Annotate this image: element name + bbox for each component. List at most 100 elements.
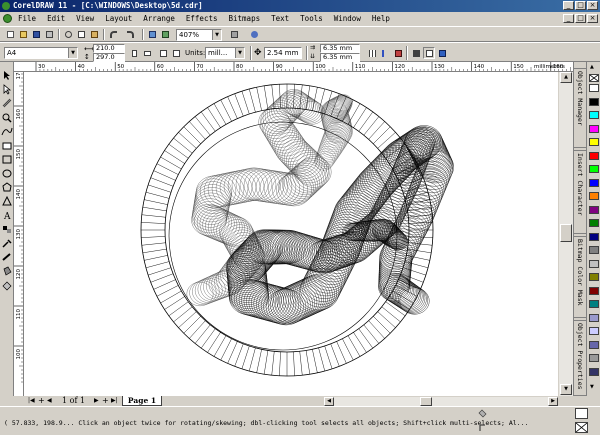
document-icon[interactable] [3,14,12,23]
interactive-fill-tool-icon[interactable] [1,280,13,291]
scroll-down-button[interactable]: ▼ [560,384,572,395]
smart-fill-tool-icon[interactable] [1,140,13,151]
current-page-icon[interactable] [170,47,182,59]
color-swatch[interactable] [589,178,599,187]
tube-d-shape[interactable] [226,125,454,326]
paper-size-select[interactable]: A4 ▼ [4,47,78,59]
application-launcher-icon[interactable] [228,28,240,40]
new-button[interactable] [4,28,16,40]
doc-restore-button[interactable]: □ [575,14,586,23]
color-swatch[interactable] [589,232,599,241]
color-swatch[interactable] [589,111,599,119]
color-swatch[interactable] [589,246,599,254]
color-swatch[interactable] [589,219,599,227]
add-page-before-button[interactable]: + [38,396,45,405]
color-swatch[interactable] [589,327,599,335]
fill-tool-icon[interactable] [1,266,13,277]
menu-layout[interactable]: Layout [105,14,132,23]
first-page-button[interactable]: |◀ [28,397,35,404]
color-swatch[interactable] [589,84,599,92]
freehand-tool-icon[interactable] [1,126,13,137]
zoom-level-select[interactable]: 407% ▼ [176,29,222,41]
duplicate-y-input[interactable]: 6.35 mm [320,53,360,62]
menu-window[interactable]: Window [334,14,361,23]
artwork-5d-logo[interactable] [24,72,558,396]
treat-as-filled-icon[interactable] [410,47,422,59]
copy-icon[interactable] [75,28,87,40]
doc-minimize-button[interactable]: _ [563,14,574,23]
color-swatch[interactable] [589,340,599,349]
all-pages-icon[interactable] [157,47,169,59]
menu-effects[interactable]: Effects [186,14,218,23]
outline-indicator-icon[interactable] [478,423,487,432]
next-page-button[interactable]: ▶ [94,397,99,404]
fill-color-swatch[interactable] [575,408,588,419]
print-button[interactable] [43,28,55,40]
chevron-down-icon[interactable]: ▼ [68,48,77,58]
paste-icon[interactable] [88,28,100,40]
menu-text[interactable]: Text [271,14,289,23]
snap-to-guidelines-icon[interactable] [379,47,391,59]
palette-scroll-down-icon[interactable]: ▼ [590,384,594,390]
options-icon[interactable] [436,47,448,59]
vertical-scrollbar[interactable]: ▲ ▼ [558,72,573,396]
minimize-button[interactable]: _ [563,1,574,10]
crop-tool-icon[interactable] [1,98,13,109]
color-swatch[interactable] [589,124,599,133]
color-swatch[interactable] [589,138,599,146]
snap-to-objects-icon[interactable] [392,47,404,59]
page-width-input[interactable]: 210.0 [93,44,125,53]
menu-view[interactable]: View [76,14,94,23]
vertical-scroll-thumb[interactable] [560,224,572,242]
units-select[interactable]: mill... ▼ [205,47,245,59]
outline-color-swatch[interactable] [575,422,588,433]
polygon-tool-icon[interactable] [1,182,13,193]
close-button[interactable]: × [587,1,598,10]
color-swatch[interactable] [589,313,599,322]
open-button[interactable] [17,28,29,40]
color-swatch[interactable] [589,300,599,308]
undo-icon[interactable] [107,28,119,40]
menu-help[interactable]: Help [372,14,390,23]
basic-shapes-tool-icon[interactable] [1,195,13,207]
add-page-after-button[interactable]: + [102,396,109,405]
text-tool-icon[interactable]: A [1,210,13,222]
menu-edit[interactable]: Edit [47,14,65,23]
interactive-blend-tool-icon[interactable] [1,224,13,235]
draw-objects-when-moving-icon[interactable] [423,47,435,59]
scroll-right-button[interactable]: ▶ [548,397,558,406]
menu-arrange[interactable]: Arrange [143,14,175,23]
color-swatch[interactable] [589,354,599,362]
doc-close-button[interactable]: × [587,14,598,23]
pick-tool-icon[interactable] [1,70,13,81]
chevron-down-icon[interactable]: ▼ [212,30,221,40]
no-fill-swatch[interactable] [589,74,599,82]
export-icon[interactable] [159,28,171,40]
corel-online-icon[interactable] [248,28,260,40]
landscape-icon[interactable] [141,47,153,59]
horizontal-scroll-thumb[interactable] [420,397,432,406]
color-swatch[interactable] [589,151,599,160]
palette-scroll-up-icon[interactable]: ▲ [590,64,594,70]
duplicate-x-input[interactable]: 6.35 mm [320,44,360,53]
redo-icon[interactable] [124,28,136,40]
scroll-up-button[interactable]: ▲ [560,72,572,83]
color-swatch[interactable] [589,192,599,200]
horizontal-ruler[interactable]: 30 40 50 60 70 80 90 100 110 120 130 140 150 160 milli… [14,62,573,72]
snap-to-grid-icon[interactable] [366,47,378,59]
outline-tool-icon[interactable] [1,252,13,263]
color-swatch[interactable] [589,367,599,376]
drawing-canvas[interactable] [24,72,558,396]
zoom-tool-icon[interactable] [1,112,13,123]
rectangle-tool-icon[interactable] [1,154,13,165]
save-button[interactable] [30,28,42,40]
maximize-button[interactable]: □ [575,1,586,10]
shape-tool-icon[interactable] [1,84,13,95]
color-swatch[interactable] [589,165,599,173]
chevron-down-icon[interactable]: ▼ [235,48,244,58]
horizontal-scrollbar[interactable]: ◀ ▶ [324,396,558,406]
last-page-button[interactable]: ▶| [111,397,118,404]
color-swatch[interactable] [589,205,599,214]
nudge-offset-input[interactable]: 2.54 mm [264,47,302,59]
scroll-left-button[interactable]: ◀ [324,397,334,406]
